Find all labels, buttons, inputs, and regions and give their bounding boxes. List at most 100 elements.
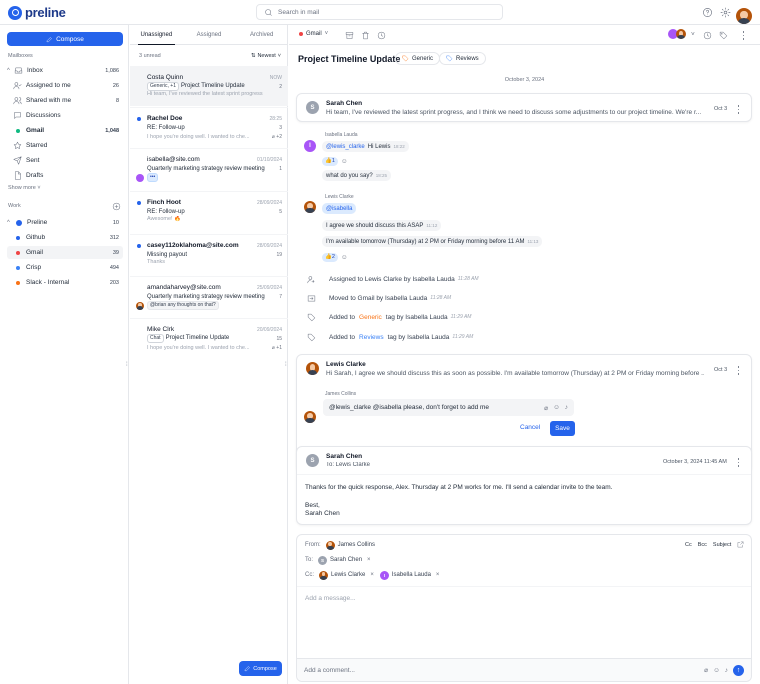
sidebar-item-shared[interactable]: Shared with me 8 <box>7 94 123 107</box>
chevron-up-icon[interactable]: ^ <box>7 68 14 74</box>
tab-unassigned[interactable]: Unassigned <box>130 25 183 45</box>
sidebar-item-github[interactable]: Github 312 <box>7 231 123 244</box>
users-icon <box>13 97 22 105</box>
tag-reviews[interactable]: Reviews <box>439 52 486 65</box>
more-options-icon[interactable] <box>737 458 740 467</box>
mailbox-dropdown[interactable]: Gmail ˅ <box>299 31 328 37</box>
composer-options: Cc Bcc Subject <box>685 541 744 548</box>
add-circle-icon[interactable] <box>112 202 121 211</box>
gear-icon[interactable] <box>720 7 731 18</box>
avatar <box>325 540 335 550</box>
sender-name: Lewis Clarke <box>326 361 366 368</box>
comment-author: Lewis Clarke <box>325 194 354 200</box>
clock-icon[interactable] <box>377 31 386 40</box>
message-input[interactable]: Add a message... <box>305 595 356 602</box>
chevron-down-icon: ˅ <box>691 30 695 38</box>
user-avatar[interactable] <box>736 8 752 24</box>
mail-item[interactable]: Rachel Doe 28:25 RE: Follow-up 3 I hope yo… <box>130 107 288 147</box>
reaction-pill[interactable]: 👍 2 <box>322 252 338 262</box>
comment-bar[interactable]: Add a comment... ⌀ ☺ ♪ ↑ <box>297 658 751 681</box>
sidebar-item-gmail[interactable]: Gmail 1,048 <box>7 124 123 137</box>
help-icon[interactable] <box>702 7 713 18</box>
save-button[interactable]: Save <box>550 421 575 436</box>
paperclip-icon[interactable]: ⌀ <box>544 404 548 412</box>
sidebar-item-crisp[interactable]: Crisp 494 <box>7 261 123 274</box>
show-more-link[interactable]: Show more ˅ <box>8 185 41 191</box>
microphone-icon[interactable]: ♪ <box>565 404 568 411</box>
sidebar-item-starred[interactable]: Starred <box>7 139 123 152</box>
from-field[interactable]: From: James Collins <box>305 539 375 551</box>
message-card[interactable]: S Sarah Chen Hi team, I've reviewed the … <box>296 93 752 122</box>
tag-generic[interactable]: Generic <box>395 52 441 65</box>
mail-item[interactable]: Costa Quinn NOW Generic, +1 Project Timeli… <box>130 66 288 106</box>
cc-field[interactable]: Cc: Lewis Clarke × I Isabella Lauda × <box>305 569 439 581</box>
remove-icon[interactable]: × <box>367 557 371 563</box>
paperclip-icon[interactable]: ⌀ <box>704 666 708 674</box>
list-resize-handle[interactable]: ⁞ <box>285 362 287 368</box>
comment-input[interactable]: Add a comment... <box>304 667 355 674</box>
compose-floating-button[interactable]: Compose <box>239 661 282 676</box>
search-input[interactable] <box>278 8 478 16</box>
reactions: 👍 2 ☺ <box>322 252 348 262</box>
to-field[interactable]: To: S Sarah Chen × <box>305 554 371 566</box>
remove-icon[interactable]: × <box>436 572 440 578</box>
microphone-icon[interactable]: ♪ <box>725 667 728 674</box>
brand-logo[interactable]: preline <box>8 5 66 20</box>
reaction-pill[interactable]: 👍 1 <box>322 156 338 166</box>
attachment-count: ⌀ +2 <box>271 133 282 140</box>
avatar <box>304 201 316 213</box>
message-body: Sarah Chen <box>305 510 340 517</box>
sidebar-item-discussions[interactable]: Discussions <box>7 109 123 122</box>
mail-item[interactable]: Mike Clrk 20/09/2024 Chat Project Timeline… <box>130 318 288 360</box>
more-options-icon[interactable] <box>742 31 745 40</box>
send-button[interactable]: ↑ <box>733 664 744 676</box>
list-toolbar: 3 unread ⇅ Newest ˅ <box>130 47 288 64</box>
tag-icon[interactable] <box>719 31 728 40</box>
sidebar-item-drafts[interactable]: Drafts <box>7 169 123 182</box>
expand-icon[interactable] <box>737 541 744 548</box>
cc-toggle[interactable]: Cc <box>685 542 692 548</box>
message-body: Thanks for the quick response, Alex. Thu… <box>305 484 613 491</box>
sidebar-item-work-gmail[interactable]: Gmail 39 <box>7 246 123 259</box>
comment-bubble: I'm available tomorrow (Thursday) at 2 P… <box>322 236 543 247</box>
thread-toolbar: Gmail ˅ ˅ <box>289 25 760 45</box>
search-box[interactable] <box>256 4 503 20</box>
sidebar-resize-handle[interactable]: ⁞ <box>126 362 128 368</box>
mail-item[interactable]: casey112oklahoma@site.com 28/09/2024 Miss… <box>130 234 288 275</box>
message-card-expanded[interactable]: S Sarah Chen To: Lewis Clarke October 3,… <box>296 446 752 525</box>
mail-item[interactable]: isabella@site.com 01/10/2024 Quarterly ma… <box>130 148 288 190</box>
comment-edit-input[interactable]: @lewis_clarke @isabella please, don't fo… <box>323 399 574 416</box>
sidebar-item-assigned[interactable]: Assigned to me 26 <box>7 79 123 92</box>
tab-archived[interactable]: Archived <box>235 25 288 44</box>
reactions: 👍 1 ☺ <box>322 156 348 166</box>
unread-dot-icon <box>137 117 141 121</box>
preline-logo-icon <box>8 5 22 20</box>
remove-icon[interactable]: × <box>370 572 374 578</box>
sidebar-item-inbox[interactable]: ^ Inbox 1,086 <box>7 64 123 77</box>
trash-icon[interactable] <box>361 31 370 40</box>
emoji-icon[interactable]: ☺ <box>713 667 720 674</box>
sidebar-item-sent[interactable]: Sent <box>7 154 123 167</box>
more-options-icon[interactable] <box>737 366 740 375</box>
emoji-icon[interactable]: ☺ <box>553 404 560 411</box>
cancel-button[interactable]: Cancel <box>520 424 540 431</box>
assignees-dropdown[interactable]: ˅ <box>668 29 695 39</box>
sort-dropdown[interactable]: ⇅ Newest ˅ <box>251 53 281 59</box>
sidebar-item-slack[interactable]: Slack - Internal 203 <box>7 276 123 289</box>
mail-item[interactable]: amandaharvey@site.com 25/09/2024 Quarterl… <box>130 276 288 317</box>
subject-toggle[interactable]: Subject <box>713 542 731 548</box>
tab-assigned[interactable]: Assigned <box>183 25 236 44</box>
comment-bubble: @lewis_clarke Hi Lewis 18:22 <box>322 141 409 152</box>
user-check-icon <box>13 82 22 90</box>
compose-button[interactable]: Compose <box>7 32 123 46</box>
sidebar-item-preline[interactable]: ^ Preline 10 <box>7 216 123 229</box>
preline-dot-icon <box>15 219 22 226</box>
chevron-up-icon[interactable]: ^ <box>7 220 14 226</box>
archive-icon[interactable] <box>345 31 354 40</box>
add-reaction-icon[interactable]: ☺ <box>341 254 348 261</box>
bcc-toggle[interactable]: Bcc <box>698 542 707 548</box>
clock-icon[interactable] <box>703 31 712 40</box>
mail-item[interactable]: Finch Hoot 28/09/2024 RE: Follow-up 5 Awes… <box>130 191 288 233</box>
more-options-icon[interactable] <box>737 105 740 114</box>
add-reaction-icon[interactable]: ☺ <box>341 158 348 165</box>
